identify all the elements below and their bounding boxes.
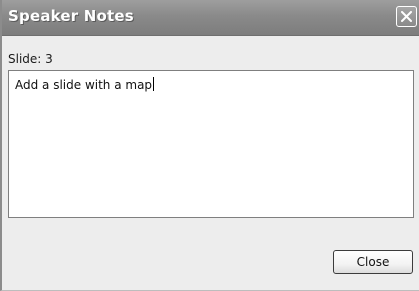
slide-number-label: Slide: 3 <box>8 52 53 66</box>
speaker-notes-textarea[interactable]: Add a slide with a map <box>8 70 414 218</box>
close-button[interactable]: Close <box>333 250 413 274</box>
close-icon[interactable] <box>396 6 417 27</box>
window-title: Speaker Notes <box>8 7 134 25</box>
title-bar[interactable]: Speaker Notes <box>2 0 419 36</box>
speaker-notes-dialog: Speaker Notes Slide: 3 Add a slide with … <box>0 0 419 291</box>
notes-text: Add a slide with a map <box>15 78 153 92</box>
text-caret <box>153 77 155 91</box>
close-x-glyph <box>401 11 412 22</box>
